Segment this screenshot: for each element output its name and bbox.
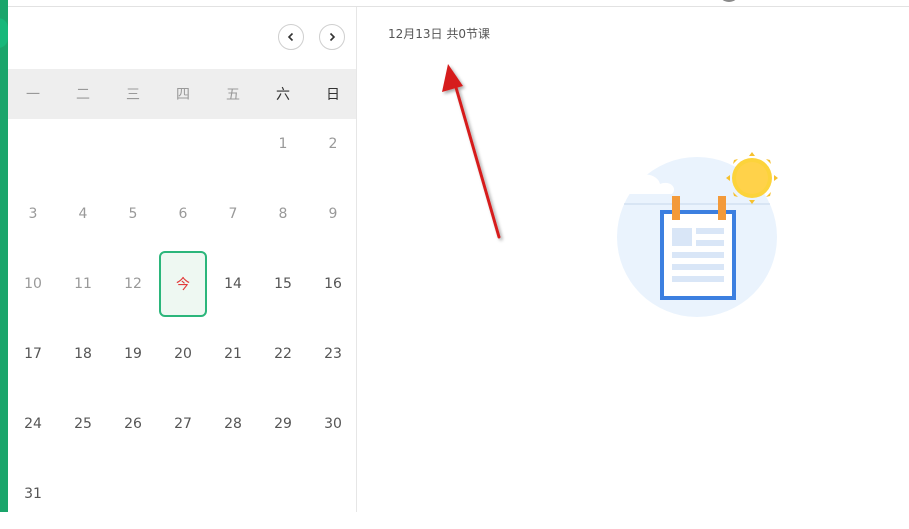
empty-schedule-illustration [617, 152, 778, 317]
